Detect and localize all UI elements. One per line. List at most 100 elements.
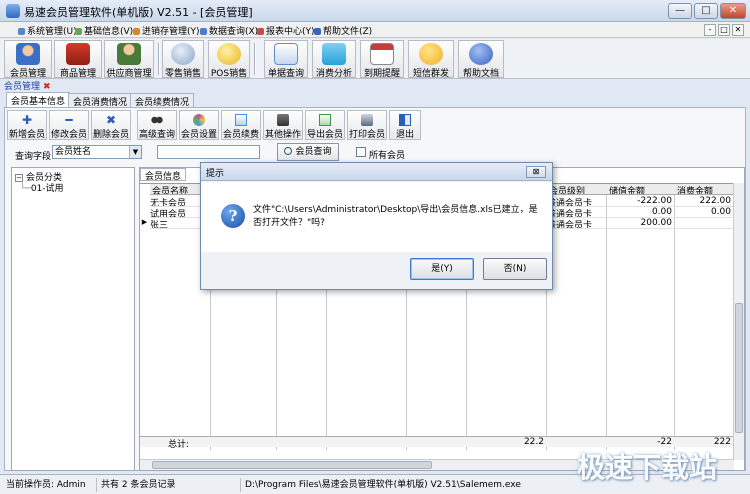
mdi-minimize-button[interactable]: - <box>704 24 716 36</box>
print-member-button[interactable]: 打印会员 <box>347 110 387 140</box>
tab-member-renewal[interactable]: 会员续费情况 <box>130 93 195 108</box>
query-value-input[interactable] <box>157 145 260 159</box>
member-category-tree: − 会员分类 └─01-试用 <box>11 167 135 471</box>
menu-reports[interactable]: 报表中心(Y) <box>257 24 315 37</box>
basic-info-menu-icon <box>75 28 82 35</box>
settings-icon <box>193 114 205 126</box>
help-menu-icon <box>314 28 321 35</box>
table-row-level: 普通会员卡 <box>547 196 607 207</box>
print-icon <box>361 114 373 126</box>
dialog-title: 提示 <box>206 169 225 179</box>
mdi-restore-button[interactable]: □ <box>718 24 730 36</box>
table-row-level: 普通会员卡 <box>547 218 607 229</box>
title-bar: 易速会员管理软件(单机版) V2.51 - [会员管理] — □ ✕ <box>0 0 750 22</box>
toolbar-separator <box>254 43 256 75</box>
total-value: 22.2 <box>523 437 544 447</box>
goods-management-button[interactable]: 商品管理 <box>54 40 102 79</box>
edit-member-button[interactable]: ━ 修改会员 <box>49 110 89 140</box>
export-member-button[interactable]: 导出会员 <box>305 110 345 140</box>
other-ops-icon <box>277 114 289 126</box>
chevron-down-icon[interactable]: ▼ <box>129 146 141 158</box>
member-management-button[interactable]: 会员管理 <box>4 40 52 79</box>
scrollbar-thumb[interactable] <box>735 303 743 433</box>
menu-system[interactable]: 系统管理(U) <box>18 24 77 37</box>
dialog-close-button[interactable]: ⊠ <box>526 166 546 178</box>
column-header-level[interactable]: 会员级别 <box>547 184 607 195</box>
reports-menu-icon <box>257 28 264 35</box>
query-field-select[interactable]: 会员姓名 ▼ <box>52 145 142 159</box>
toolbar-separator <box>158 43 160 75</box>
exit-icon <box>399 114 411 126</box>
x-icon: ✖ <box>105 113 117 127</box>
other-operations-button[interactable]: 其他操作 <box>263 110 303 140</box>
menu-data-query[interactable]: 数据查询(X) <box>200 24 258 37</box>
advanced-query-button[interactable]: 高级查询 <box>137 110 177 140</box>
document-search-icon <box>274 43 298 65</box>
export-icon <box>319 114 331 126</box>
scrollbar-thumb[interactable] <box>152 461 432 469</box>
table-row-stored: 200.00 <box>607 218 675 229</box>
query-field-label: 查询字段 <box>15 152 52 162</box>
data-query-menu-icon <box>200 28 207 35</box>
all-members-checkbox[interactable] <box>356 147 366 157</box>
menu-bar: 系统管理(U) 基础信息(V) 进销存管理(Y) 数据查询(X) 报表中心(Y)… <box>0 22 750 38</box>
vertical-scrollbar[interactable] <box>733 183 744 460</box>
supplier-management-button[interactable]: 供应商管理 <box>104 40 154 79</box>
goods-icon <box>66 43 90 65</box>
exit-button[interactable]: 退出 <box>389 110 421 140</box>
table-row-spent <box>675 218 734 229</box>
current-row-indicator-icon: ▶ <box>141 218 148 226</box>
menu-inventory[interactable]: 进销存管理(Y) <box>133 24 200 37</box>
yes-button[interactable]: 是(Y) <box>410 258 474 280</box>
dialog-title-bar: 提示 ⊠ <box>201 163 552 181</box>
mdi-close-button[interactable]: ✕ <box>732 24 744 36</box>
supplier-icon <box>117 43 141 65</box>
tab-member-info[interactable]: 会员信息 <box>140 168 187 182</box>
sms-broadcast-button[interactable]: 短信群发 <box>408 40 454 79</box>
document-query-button[interactable]: 单据查询 <box>264 40 308 79</box>
dialog-message: 文件"C:\Users\Administrator\Desktop\导出\会员信… <box>253 205 538 228</box>
table-row-stored: 0.00 <box>607 207 675 218</box>
window-title: 易速会员管理软件(单机版) V2.51 - [会员管理] <box>24 6 253 19</box>
close-button[interactable]: ✕ <box>720 3 746 19</box>
tag-analysis-icon <box>322 43 346 65</box>
system-menu-icon <box>18 28 25 35</box>
all-members-label: 所有会员 <box>369 151 406 161</box>
renew-icon <box>235 114 247 126</box>
maximize-button[interactable]: □ <box>694 3 718 19</box>
pos-sale-button[interactable]: POS销售 <box>208 40 250 79</box>
inventory-menu-icon <box>133 28 140 35</box>
close-tab-icon[interactable]: ✖ <box>43 82 51 92</box>
dialog-body: ? 文件"C:\Users\Administrator\Desktop\导出\会… <box>201 182 552 252</box>
delete-member-button[interactable]: ✖ 删除会员 <box>91 110 131 140</box>
no-button[interactable]: 否(N) <box>483 258 547 280</box>
main-toolbar: 会员管理 商品管理 供应商管理 零售销售 POS销售 单据查询 消费分析 到期提… <box>0 39 750 79</box>
column-header-stored[interactable]: 储值金额 <box>607 184 675 195</box>
menu-basic-info[interactable]: 基础信息(V) <box>75 24 133 37</box>
expiry-reminder-button[interactable]: 到期提醒 <box>360 40 404 79</box>
minimize-button[interactable]: — <box>668 3 692 19</box>
sms-icon <box>419 43 443 65</box>
add-member-button[interactable]: ✚ 新增会员 <box>7 110 47 140</box>
tree-node-trial[interactable]: └─01-试用 <box>20 181 64 194</box>
consumption-analysis-button[interactable]: 消费分析 <box>312 40 356 79</box>
calendar-icon <box>370 43 394 65</box>
table-row-stored: -222.00 <box>607 196 675 207</box>
search-icon <box>284 147 293 155</box>
menu-help[interactable]: 帮助文件(Z) <box>314 24 372 37</box>
watermark-logo: 极速下载站 <box>577 451 718 484</box>
member-renewal-button[interactable]: 会员续费 <box>221 110 261 140</box>
help-document-button[interactable]: 帮助文档 <box>458 40 504 79</box>
tab-member-basic-info[interactable]: 会员基本信息 <box>6 92 71 107</box>
table-row-spent: 0.00 <box>675 207 734 218</box>
minus-icon: ━ <box>65 113 73 127</box>
member-settings-button[interactable]: 会员设置 <box>179 110 219 140</box>
column-header-spent[interactable]: 消费金额 <box>675 184 734 195</box>
member-query-button[interactable]: 会员查询 <box>277 143 339 161</box>
plus-icon: ✚ <box>21 113 33 127</box>
help-icon <box>469 43 493 65</box>
document-tab-member-management[interactable]: 会员管理 ✖ <box>4 79 51 92</box>
tab-member-consumption[interactable]: 会员消费情况 <box>68 93 133 108</box>
retail-sale-button[interactable]: 零售销售 <box>162 40 204 79</box>
status-record-count: 共有 2 条会员记录 <box>96 478 238 492</box>
